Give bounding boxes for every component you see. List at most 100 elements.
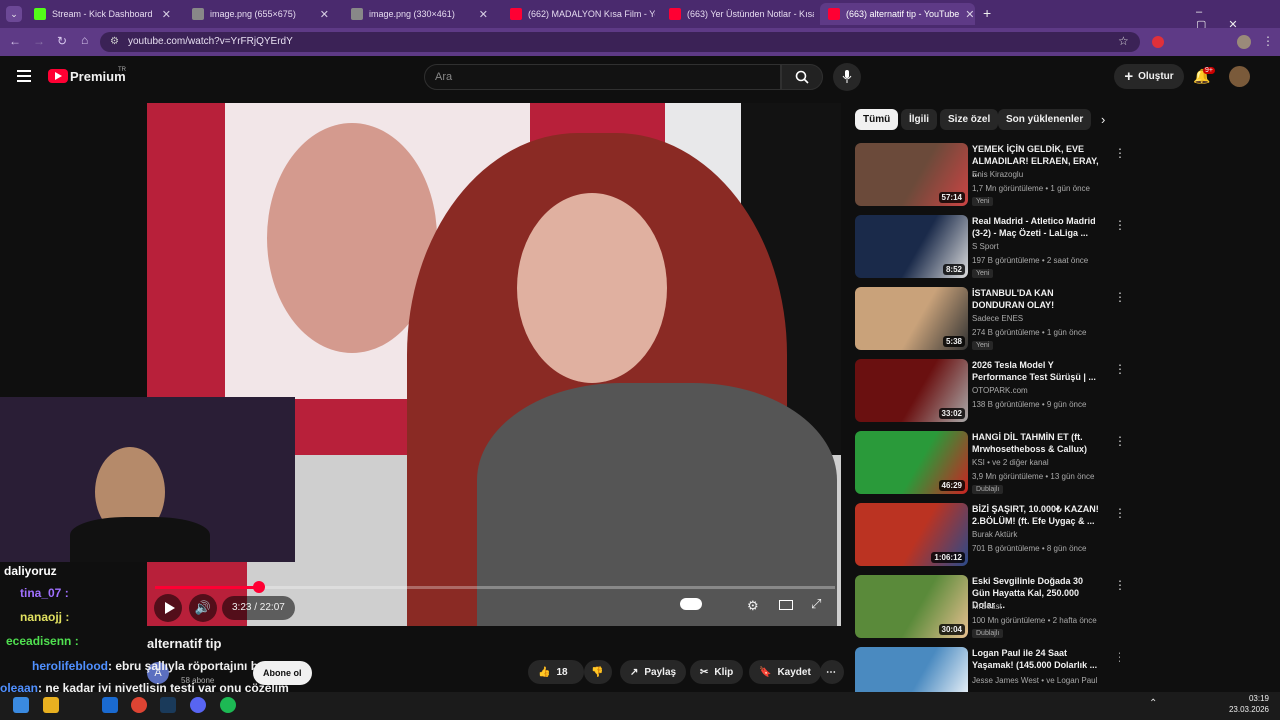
tab-title: (663) alternatif tip - YouTube [846, 9, 960, 19]
tab-favicon-icon [34, 8, 46, 20]
chat-username: nanaojj : [20, 610, 70, 624]
tab-search-button[interactable]: ⌄ [6, 6, 22, 22]
more-options-icon[interactable]: ⋮ [1114, 650, 1120, 664]
tray-chevron-icon[interactable]: ⌃ [1149, 698, 1157, 709]
discord-icon[interactable] [190, 697, 206, 713]
progress-scrubber[interactable] [253, 581, 266, 593]
youtube-logo-icon[interactable] [48, 69, 68, 83]
close-icon[interactable]: ✕ [162, 8, 171, 21]
file-explorer-icon[interactable] [43, 697, 59, 713]
menu-icon[interactable] [17, 70, 31, 82]
video-thumbnail[interactable] [855, 647, 968, 692]
recommendation-channel[interactable]: MrBeast [972, 602, 1002, 611]
settings-icon[interactable]: ⚙ [747, 598, 759, 614]
recommendation-item[interactable]: Logan Paul ile 24 Saat Yaşamak! (145.000… [855, 647, 1120, 692]
more-options-icon[interactable]: ⋮ [1114, 578, 1126, 592]
like-button[interactable]: 👍 18 [528, 660, 584, 684]
more-options-icon[interactable]: ⋮ [1114, 146, 1126, 160]
video-thumbnail[interactable]: 1:06:12 [855, 503, 968, 566]
recommendation-item[interactable]: 1:06:12 BİZİ ŞAŞIRT, 10.000₺ KAZAN! 2.BÖL… [855, 503, 1126, 567]
recommendation-item[interactable]: 57:14 YEMEK İÇİN GELDİK, EVE ALMADILAR! E… [855, 143, 1126, 207]
recommendation-title[interactable]: Logan Paul ile 24 Saat Yaşamak! (145.000… [972, 647, 1102, 671]
close-icon[interactable]: ✕ [320, 8, 329, 21]
create-button[interactable]: + Oluştur [1114, 64, 1184, 89]
recommendation-item[interactable]: 30:04 Eski Sevgilinle Doğada 30 Gün Hayat… [855, 575, 1126, 639]
browser-tab[interactable]: (663) Yer Üstünden Notlar - Kısa✕ [661, 3, 814, 25]
outlook-icon[interactable] [102, 697, 118, 713]
recommendation-channel[interactable]: Sadece ENES [972, 314, 1023, 323]
recommendation-title[interactable]: İSTANBUL'DA KAN DONDURAN OLAY! [972, 287, 1102, 311]
video-thumbnail[interactable]: 5:38 [855, 287, 968, 350]
more-actions-button[interactable]: ⋯ [820, 660, 844, 684]
fullscreen-icon[interactable]: ⤢ [811, 596, 821, 612]
recommendation-meta: 100 Mn görüntüleme • 2 hafta önce [972, 616, 1097, 625]
browser-tab[interactable]: image.png (330×461) ✕ [343, 3, 496, 25]
close-icon[interactable]: ✕ [479, 8, 488, 21]
play-button[interactable] [154, 594, 182, 622]
volume-icon[interactable]: 🔊 [189, 594, 217, 622]
browser-menu-icon[interactable]: ⋮ [1262, 34, 1274, 48]
more-options-icon[interactable]: ⋮ [1114, 434, 1126, 448]
bookmark-star-icon[interactable]: ☆ [1118, 34, 1129, 48]
forward-icon[interactable]: → [33, 34, 45, 48]
search-button[interactable] [781, 64, 823, 90]
video-thumbnail[interactable]: 8:52 [855, 215, 968, 278]
address-bar[interactable]: youtube.com/watch?v=YrFRjQYErdY [100, 32, 1140, 52]
video-thumbnail[interactable]: 33:02 [855, 359, 968, 422]
recommendation-channel[interactable]: Jesse James West • ve Logan Paul [972, 676, 1097, 685]
home-icon[interactable]: ⌂ [81, 33, 88, 47]
microphone-icon [842, 70, 852, 83]
recommendation-channel[interactable]: OTOPARK.com [972, 386, 1028, 395]
more-options-icon[interactable]: ⋮ [1114, 506, 1126, 520]
search-input[interactable]: Ara [424, 64, 781, 90]
recommendation-item[interactable]: 46:29 HANGİ DİL TAHMİN ET (ft. Mrwhosethe… [855, 431, 1126, 495]
new-tab-button[interactable]: + [983, 5, 991, 21]
recommendation-channel[interactable]: Enis Kirazoglu [972, 170, 1023, 179]
browser-tab[interactable]: (663) alternatif tip - YouTube ✕ [820, 3, 975, 25]
recommendation-title[interactable]: 2026 Tesla Model Y Performance Test Sürü… [972, 359, 1102, 383]
reload-icon[interactable]: ↻ [57, 34, 67, 48]
autoplay-toggle[interactable] [680, 598, 702, 610]
extension-icon[interactable] [1152, 36, 1164, 48]
share-button[interactable]: ↗ Paylaş [620, 660, 687, 684]
recommendation-item[interactable]: 8:52 Real Madrid - Atletico Madrid (3-2) … [855, 215, 1126, 279]
recommendation-channel[interactable]: S Sport [972, 242, 999, 251]
filter-chip[interactable]: İlgili [901, 109, 937, 130]
browser-tab[interactable]: (662) MADALYON Kısa Film - Yo✕ [502, 3, 655, 25]
recommendation-title[interactable]: Real Madrid - Atletico Madrid (3-2) - Ma… [972, 215, 1102, 239]
filter-chip[interactable]: Son yüklenenler [998, 109, 1092, 130]
dislike-button[interactable]: 👎 [584, 660, 612, 684]
duration-badge: 33:02 [938, 408, 965, 419]
more-options-icon[interactable]: ⋮ [1114, 362, 1126, 376]
profile-avatar[interactable] [1237, 35, 1251, 49]
site-info-icon[interactable]: ⚙ [110, 36, 119, 47]
voice-search-button[interactable] [833, 63, 861, 91]
back-icon[interactable]: ← [9, 34, 21, 48]
more-options-icon[interactable]: ⋮ [1114, 218, 1126, 232]
more-options-icon[interactable]: ⋮ [1114, 290, 1126, 304]
browser-tab[interactable]: Stream - Kick Dashboard ✕ [26, 3, 179, 25]
windows-start-icon[interactable] [13, 697, 29, 713]
recommendation-channel[interactable]: Burak Aktürk [972, 530, 1017, 539]
video-thumbnail[interactable]: 46:29 [855, 431, 968, 494]
account-avatar[interactable] [1229, 66, 1250, 87]
close-icon[interactable]: ✕ [965, 8, 974, 21]
steam-icon[interactable] [160, 697, 176, 713]
recommendation-channel[interactable]: KSI • ve 2 diğer kanal [972, 458, 1049, 467]
chrome-icon[interactable] [131, 697, 147, 713]
filter-chip[interactable]: Tümü [855, 109, 899, 130]
recommendation-item[interactable]: 33:02 2026 Tesla Model Y Performance Test… [855, 359, 1126, 423]
chevron-right-icon[interactable]: › [1101, 112, 1105, 127]
browser-tab[interactable]: image.png (655×675) ✕ [184, 3, 337, 25]
video-thumbnail[interactable]: 30:04 [855, 575, 968, 638]
recommendation-title[interactable]: BİZİ ŞAŞIRT, 10.000₺ KAZAN! 2.BÖLÜM! (ft… [972, 503, 1102, 527]
recommendation-title[interactable]: HANGİ DİL TAHMİN ET (ft. Mrwhosetheboss … [972, 431, 1102, 455]
spotify-icon[interactable] [220, 697, 236, 713]
filter-chip[interactable]: Size özel [940, 109, 999, 130]
video-thumbnail[interactable]: 57:14 [855, 143, 968, 206]
recommendation-item[interactable]: 5:38 İSTANBUL'DA KAN DONDURAN OLAY! Sadece… [855, 287, 1126, 351]
tab-favicon-icon [510, 8, 522, 20]
theater-mode-icon[interactable] [779, 600, 793, 610]
clip-button[interactable]: ✂ Klip [690, 660, 744, 684]
save-button[interactable]: 🔖 Kaydet [749, 660, 821, 684]
